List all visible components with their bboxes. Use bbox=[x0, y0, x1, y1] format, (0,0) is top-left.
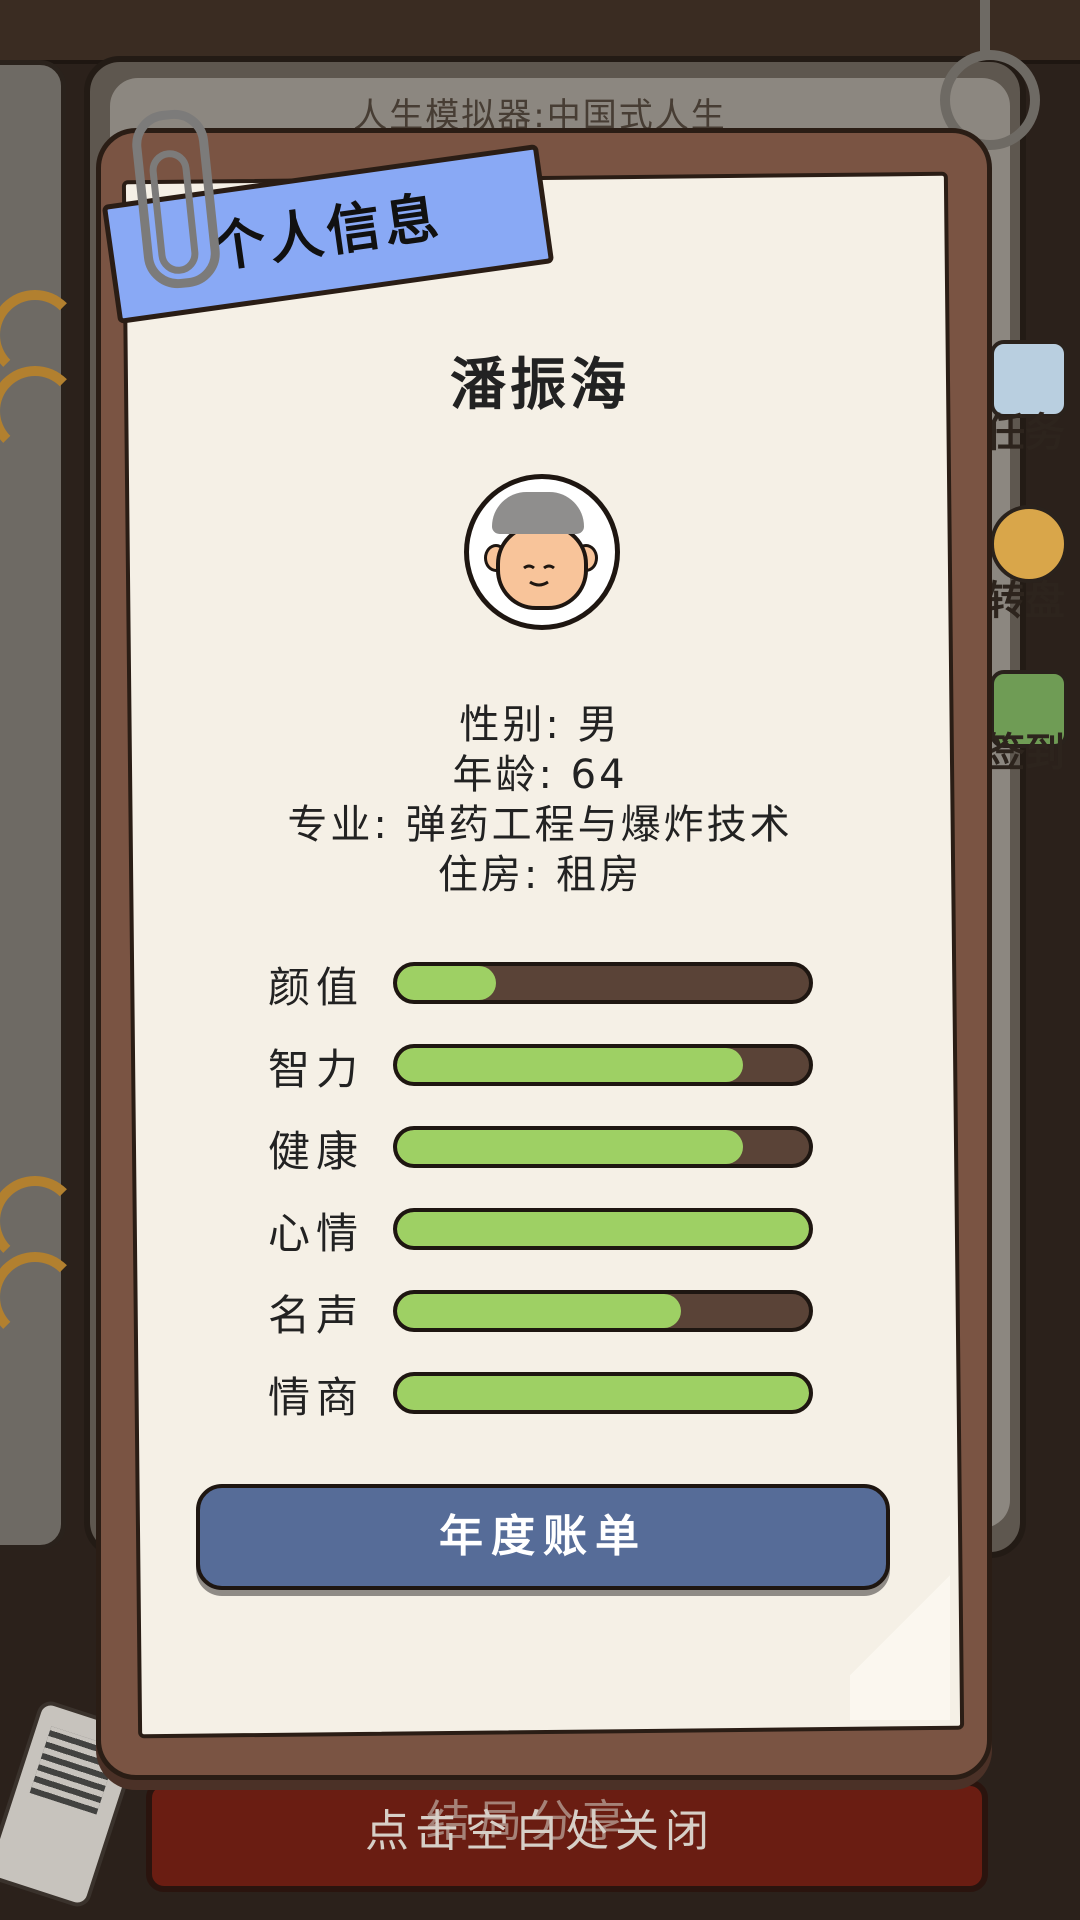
character-name: 潘振海 bbox=[450, 353, 630, 418]
stat-bar-fill bbox=[397, 966, 496, 1000]
stat-bar-fill bbox=[397, 1212, 809, 1246]
stat-bar-fill bbox=[397, 1048, 744, 1082]
background-top-bar bbox=[0, 0, 1080, 64]
stat-label: 健康 bbox=[268, 1127, 365, 1176]
stat-bar-fill bbox=[397, 1130, 744, 1164]
stat-label: 名声 bbox=[268, 1291, 365, 1340]
stat-bar bbox=[393, 1044, 813, 1086]
hanger-stem bbox=[980, 0, 990, 56]
stat-bar bbox=[393, 1290, 813, 1332]
stat-label: 情商 bbox=[268, 1373, 365, 1422]
stat-bar bbox=[393, 1372, 813, 1414]
avatar-face bbox=[496, 524, 588, 610]
stat-label: 心情 bbox=[268, 1209, 365, 1258]
stat-bar bbox=[393, 962, 813, 1004]
stat-label: 颜值 bbox=[268, 963, 365, 1012]
housing-text: 住房: 租房 bbox=[437, 852, 643, 898]
stat-bar bbox=[393, 1126, 813, 1168]
stat-bar-fill bbox=[397, 1294, 682, 1328]
close-hint[interactable]: 点击空白处关闭 bbox=[0, 1795, 1080, 1859]
stat-label: 智力 bbox=[268, 1045, 365, 1094]
binder-ring-icon bbox=[0, 1252, 80, 1342]
side-menu-wheel[interactable]: 转盘 bbox=[985, 568, 1080, 626]
annual-bill-button[interactable]: 年度账单 bbox=[196, 1484, 890, 1590]
stat-bar-fill bbox=[397, 1376, 809, 1410]
avatar-hair bbox=[492, 492, 584, 534]
stat-bar bbox=[393, 1208, 813, 1250]
